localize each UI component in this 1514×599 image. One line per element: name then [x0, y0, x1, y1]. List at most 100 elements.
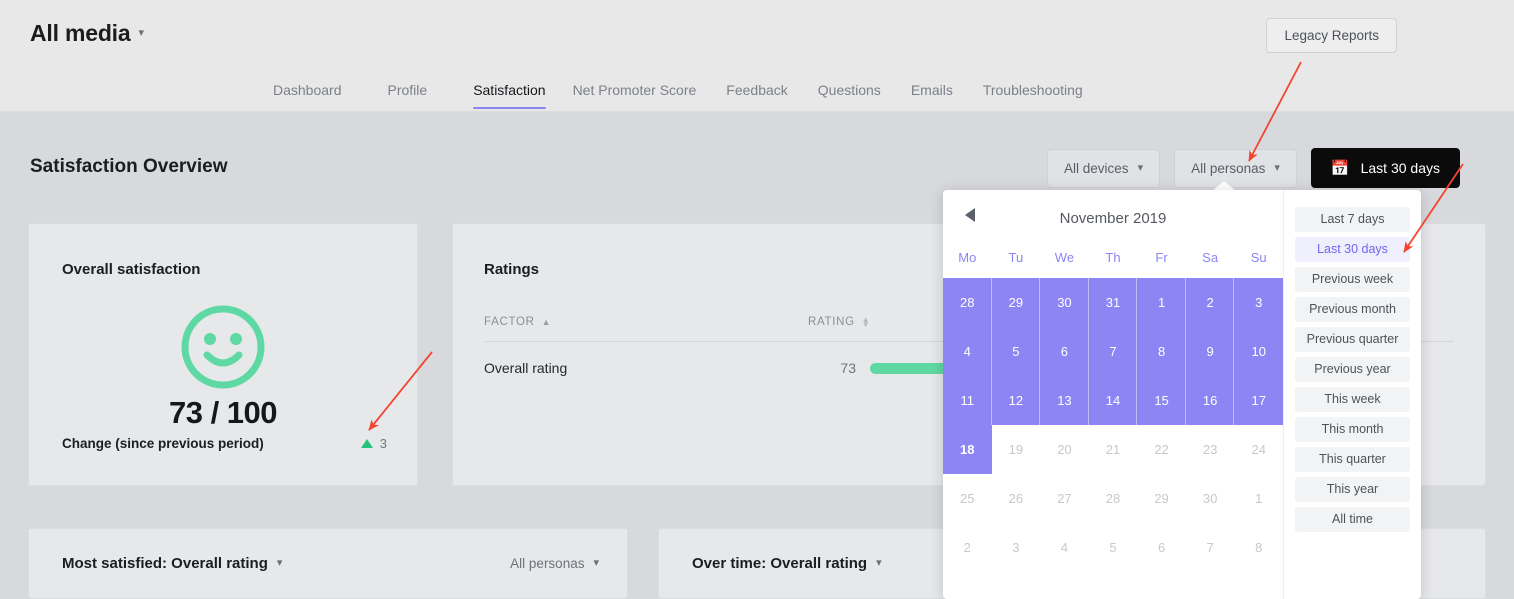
- calendar-day[interactable]: 28: [943, 278, 992, 327]
- calendar-day[interactable]: 11: [943, 376, 992, 425]
- legacy-reports-button[interactable]: Legacy Reports: [1266, 18, 1397, 53]
- calendar-week-row: 25 26 27 28 29 30 1: [943, 474, 1283, 523]
- calendar-day[interactable]: 3: [1234, 278, 1283, 327]
- date-preset-previous-year[interactable]: Previous year: [1295, 357, 1410, 382]
- date-preset-this-month[interactable]: This month: [1295, 417, 1410, 442]
- date-preset-last-7-days[interactable]: Last 7 days: [1295, 207, 1410, 232]
- date-preset-this-quarter[interactable]: This quarter: [1295, 447, 1410, 472]
- calendar-day: 4: [1060, 540, 1069, 555]
- calendar-day[interactable]: 31: [1088, 278, 1138, 327]
- active-tab-underline: [473, 107, 546, 109]
- tab-label: Dashboard: [273, 82, 342, 98]
- date-range-button[interactable]: 📅 Last 30 days: [1310, 148, 1460, 188]
- overall-satisfaction-card: Overall satisfaction 73 / 100 Change (si…: [28, 223, 418, 486]
- tab-label: Satisfaction: [473, 82, 546, 98]
- personas-filter-label: All personas: [510, 556, 585, 571]
- most-satisfied-title-dropdown[interactable]: Most satisfied: Overall rating ▾: [62, 555, 282, 572]
- calendar-day[interactable]: 17: [1234, 376, 1283, 425]
- date-preset-list: Last 7 days Last 30 days Previous week Prev…: [1283, 190, 1421, 599]
- chevron-down-icon: ▾: [876, 557, 882, 569]
- calendar-day[interactable]: 9: [1185, 327, 1235, 376]
- change-value: 3: [360, 436, 387, 451]
- tab-satisfaction[interactable]: Satisfaction: [473, 82, 572, 109]
- chevron-down-icon: ▾: [276, 557, 283, 569]
- tab-dashboard[interactable]: Dashboard: [273, 82, 388, 98]
- calendar-day: 28: [1105, 491, 1121, 506]
- calendar-day[interactable]: 10: [1234, 327, 1283, 376]
- calendar-day[interactable]: 12: [991, 376, 1041, 425]
- devices-filter-dropdown[interactable]: All devices ▾: [1047, 148, 1161, 188]
- calendar-day[interactable]: 13: [1040, 376, 1089, 425]
- triangle-up-icon: [360, 439, 373, 448]
- weekday-label: Th: [1105, 250, 1121, 265]
- calendar-day: 29: [1154, 491, 1169, 506]
- calendar-week-row: 18 19 20 21 22 23 24: [943, 425, 1283, 474]
- calendar-day[interactable]: 6: [1040, 327, 1089, 376]
- tab-questions[interactable]: Questions: [818, 82, 911, 98]
- date-preset-this-year[interactable]: This year: [1295, 477, 1410, 502]
- calendar-day: 24: [1251, 442, 1266, 457]
- date-range-popover: November 2019 Mo Tu We Th Fr Sa Su 28 29 3…: [943, 190, 1421, 599]
- calendar-day[interactable]: 30: [1040, 278, 1089, 327]
- main-tabs: Dashboard Profile Satisfaction Net Promo…: [273, 82, 1083, 109]
- calendar-day[interactable]: 1: [1137, 278, 1186, 327]
- calendar-day[interactable]: 4: [943, 327, 992, 376]
- calendar-day: 8: [1255, 540, 1263, 555]
- calendar-week-row: 28 29 30 31 1 2 3: [943, 278, 1283, 327]
- calendar-day[interactable]: 8: [1137, 327, 1186, 376]
- calendar-week-row: 2 3 4 5 6 7 8: [943, 523, 1283, 572]
- calendar-day[interactable]: 15: [1137, 376, 1186, 425]
- calendar-day: 25: [960, 491, 975, 506]
- calendar-day: 5: [1109, 540, 1117, 555]
- date-preset-previous-week[interactable]: Previous week: [1295, 267, 1410, 292]
- weekday-label: We: [1054, 250, 1075, 265]
- date-preset-last-30-days[interactable]: Last 30 days: [1295, 237, 1410, 262]
- card-title: Most satisfied: Overall rating: [62, 555, 268, 572]
- calendar-day[interactable]: 16: [1185, 376, 1235, 425]
- column-header-rating[interactable]: RATING ▲ ▼: [808, 316, 870, 329]
- calendar-day: 2: [963, 540, 971, 555]
- tab-emails[interactable]: Emails: [911, 82, 983, 98]
- date-preset-this-week[interactable]: This week: [1295, 387, 1410, 412]
- calendar-day: 27: [1057, 491, 1072, 506]
- page-title: Satisfaction Overview: [30, 156, 228, 177]
- most-satisfied-personas-dropdown[interactable]: All personas ▾: [510, 556, 599, 571]
- tab-troubleshooting[interactable]: Troubleshooting: [983, 82, 1083, 98]
- calendar-day[interactable]: 14: [1088, 376, 1138, 425]
- calendar-day[interactable]: 2: [1185, 278, 1235, 327]
- tab-label: Emails: [910, 82, 953, 98]
- tab-net-promoter-score[interactable]: Net Promoter Score: [573, 82, 727, 98]
- card-title: Ratings: [484, 261, 540, 278]
- calendar-day: 6: [1157, 540, 1166, 555]
- date-preset-all-time[interactable]: All time: [1295, 507, 1410, 532]
- tab-feedback[interactable]: Feedback: [726, 82, 817, 98]
- calendar-day: 23: [1202, 442, 1218, 457]
- calendar-day[interactable]: 29: [991, 278, 1041, 327]
- sort-ascending-icon: ▲: [541, 317, 552, 327]
- calendar-day[interactable]: 5: [991, 327, 1041, 376]
- calendar-day: 1: [1255, 491, 1263, 506]
- calendar-day: 20: [1057, 442, 1072, 457]
- date-preset-previous-quarter[interactable]: Previous quarter: [1295, 327, 1410, 352]
- column-header-factor[interactable]: FACTOR ▲: [484, 316, 808, 328]
- triangle-left-icon[interactable]: [965, 208, 975, 222]
- calendar-day[interactable]: 7: [1088, 327, 1138, 376]
- page-brand-title: All media: [30, 20, 131, 46]
- brand-selector[interactable]: All media ▾: [30, 20, 144, 47]
- calendar-day: 19: [1008, 442, 1024, 457]
- filter-bar: All devices ▾ All personas ▾ 📅 Last 30 d…: [1047, 148, 1460, 188]
- row-rating-value: 73: [840, 360, 856, 376]
- weekday-label: Mo: [958, 250, 977, 265]
- date-preset-previous-month[interactable]: Previous month: [1295, 297, 1410, 322]
- tab-label: Net Promoter Score: [572, 82, 697, 98]
- column-header-label: RATING: [808, 316, 855, 328]
- most-satisfied-card: Most satisfied: Overall rating ▾ All per…: [28, 528, 628, 599]
- calendar-header: November 2019: [943, 207, 1283, 229]
- calendar-week-row: 11 12 13 14 15 16 17: [943, 376, 1283, 425]
- chevron-down-icon: ▾: [138, 27, 144, 39]
- calendar-week-row: 4 5 6 7 8 9 10: [943, 327, 1283, 376]
- calendar-day[interactable]: 18: [943, 425, 992, 474]
- over-time-title-dropdown[interactable]: Over time: Overall rating ▾: [692, 555, 882, 572]
- calendar: November 2019 Mo Tu We Th Fr Sa Su 28 29 3…: [943, 190, 1283, 599]
- tab-profile[interactable]: Profile: [388, 82, 474, 98]
